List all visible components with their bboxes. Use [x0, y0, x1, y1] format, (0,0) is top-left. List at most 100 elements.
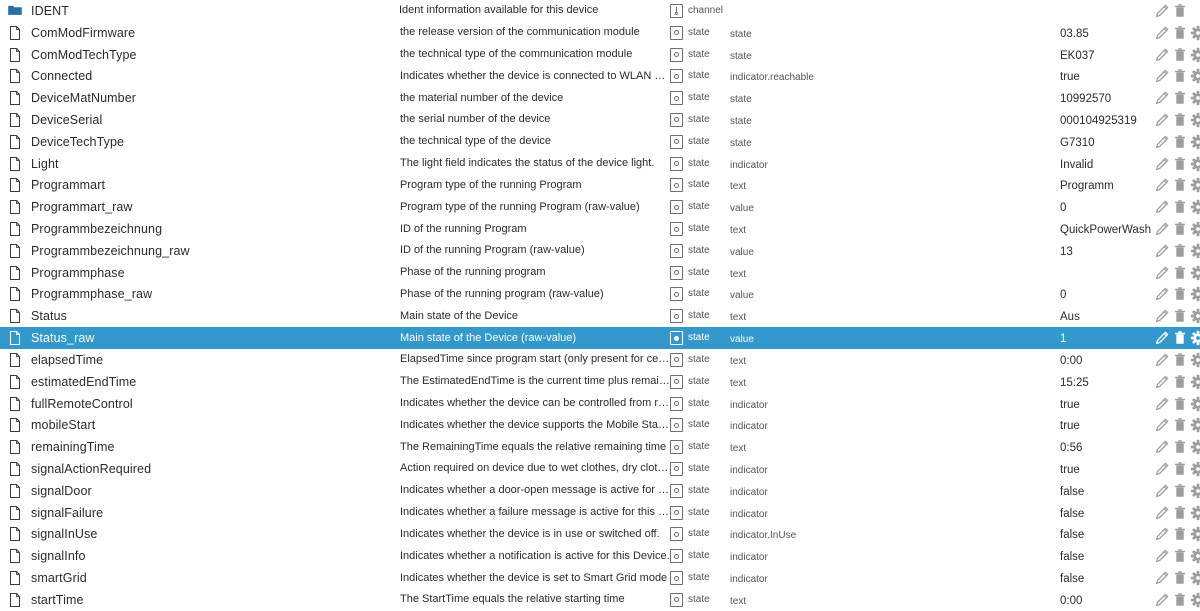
trash-icon[interactable]	[1172, 286, 1188, 302]
table-row[interactable]: fullRemoteControl Indicates whether the d…	[0, 393, 1200, 415]
trash-icon[interactable]	[1172, 3, 1188, 19]
row-name-cell[interactable]: DeviceSerial	[0, 112, 400, 128]
gear-icon[interactable]	[1190, 374, 1200, 390]
pencil-icon[interactable]	[1154, 177, 1170, 193]
pencil-icon[interactable]	[1154, 286, 1170, 302]
table-row[interactable]: DeviceTechType the technical type of the …	[0, 131, 1200, 153]
row-name-cell[interactable]: startTime	[0, 592, 400, 608]
gear-icon[interactable]	[1190, 265, 1200, 281]
trash-icon[interactable]	[1172, 221, 1188, 237]
row-name-cell[interactable]: elapsedTime	[0, 352, 400, 368]
table-row[interactable]: IDENT Ident information available for thi…	[0, 0, 1200, 22]
trash-icon[interactable]	[1172, 68, 1188, 84]
pencil-icon[interactable]	[1154, 68, 1170, 84]
pencil-icon[interactable]	[1154, 156, 1170, 172]
trash-icon[interactable]	[1172, 199, 1188, 215]
row-name-cell[interactable]: Programmphase_raw	[0, 286, 400, 302]
table-row[interactable]: signalFailure Indicates whether a failure…	[0, 502, 1200, 524]
pencil-icon[interactable]	[1154, 374, 1170, 390]
row-name-cell[interactable]: ComModTechType	[0, 47, 400, 63]
pencil-icon[interactable]	[1154, 330, 1170, 346]
table-row[interactable]: Connected Indicates whether the device is…	[0, 65, 1200, 87]
gear-icon[interactable]	[1190, 221, 1200, 237]
gear-icon[interactable]	[1190, 396, 1200, 412]
trash-icon[interactable]	[1172, 461, 1188, 477]
trash-icon[interactable]	[1172, 47, 1188, 63]
pencil-icon[interactable]	[1154, 461, 1170, 477]
gear-icon[interactable]	[1190, 90, 1200, 106]
gear-icon[interactable]	[1190, 47, 1200, 63]
pencil-icon[interactable]	[1154, 526, 1170, 542]
row-name-cell[interactable]: signalActionRequired	[0, 461, 400, 477]
row-name-cell[interactable]: Status_raw	[0, 330, 400, 346]
trash-icon[interactable]	[1172, 483, 1188, 499]
table-row[interactable]: Light The light field indicates the statu…	[0, 153, 1200, 175]
row-name-cell[interactable]: mobileStart	[0, 417, 400, 433]
row-name-cell[interactable]: DeviceMatNumber	[0, 90, 400, 106]
pencil-icon[interactable]	[1154, 308, 1170, 324]
table-row[interactable]: Status Main state of the Device state text A…	[0, 305, 1200, 327]
row-name-cell[interactable]: Status	[0, 308, 400, 324]
trash-icon[interactable]	[1172, 134, 1188, 150]
row-name-cell[interactable]: Connected	[0, 68, 400, 84]
table-row[interactable]: Status_raw Main state of the Device (raw-…	[0, 327, 1200, 349]
trash-icon[interactable]	[1172, 417, 1188, 433]
gear-icon[interactable]	[1190, 199, 1200, 215]
gear-icon[interactable]	[1190, 548, 1200, 564]
trash-icon[interactable]	[1172, 396, 1188, 412]
table-row[interactable]: Programmphase Phase of the running progra…	[0, 262, 1200, 284]
trash-icon[interactable]	[1172, 330, 1188, 346]
pencil-icon[interactable]	[1154, 505, 1170, 521]
pencil-icon[interactable]	[1154, 352, 1170, 368]
pencil-icon[interactable]	[1154, 221, 1170, 237]
row-name-cell[interactable]: Programmbezeichnung_raw	[0, 243, 400, 259]
gear-icon[interactable]	[1190, 526, 1200, 542]
trash-icon[interactable]	[1172, 570, 1188, 586]
row-name-cell[interactable]: IDENT	[0, 3, 400, 19]
trash-icon[interactable]	[1172, 25, 1188, 41]
table-row[interactable]: Programmbezeichnung ID of the running Pro…	[0, 218, 1200, 240]
gear-icon[interactable]	[1190, 243, 1200, 259]
row-name-cell[interactable]: fullRemoteControl	[0, 396, 400, 412]
gear-icon[interactable]	[1190, 134, 1200, 150]
table-row[interactable]: elapsedTime ElapsedTime since program sta…	[0, 349, 1200, 371]
trash-icon[interactable]	[1172, 156, 1188, 172]
gear-icon[interactable]	[1190, 505, 1200, 521]
trash-icon[interactable]	[1172, 265, 1188, 281]
gear-icon[interactable]	[1190, 308, 1200, 324]
row-name-cell[interactable]: ComModFirmware	[0, 25, 400, 41]
table-row[interactable]: ComModFirmware the release version of the…	[0, 22, 1200, 44]
pencil-icon[interactable]	[1154, 548, 1170, 564]
table-row[interactable]: signalInfo Indicates whether a notificati…	[0, 545, 1200, 567]
pencil-icon[interactable]	[1154, 199, 1170, 215]
pencil-icon[interactable]	[1154, 483, 1170, 499]
table-row[interactable]: Programmbezeichnung_raw ID of the running…	[0, 240, 1200, 262]
table-row[interactable]: Programmart_raw Program type of the runni…	[0, 196, 1200, 218]
gear-icon[interactable]	[1190, 112, 1200, 128]
row-name-cell[interactable]: signalInfo	[0, 548, 400, 564]
gear-icon[interactable]	[1190, 461, 1200, 477]
trash-icon[interactable]	[1172, 592, 1188, 608]
pencil-icon[interactable]	[1154, 570, 1170, 586]
pencil-icon[interactable]	[1154, 112, 1170, 128]
gear-icon[interactable]	[1190, 156, 1200, 172]
gear-icon[interactable]	[1190, 352, 1200, 368]
row-name-cell[interactable]: Light	[0, 156, 400, 172]
trash-icon[interactable]	[1172, 352, 1188, 368]
gear-icon[interactable]	[1190, 439, 1200, 455]
pencil-icon[interactable]	[1154, 90, 1170, 106]
trash-icon[interactable]	[1172, 439, 1188, 455]
row-name-cell[interactable]: signalFailure	[0, 505, 400, 521]
table-row[interactable]: remainingTime The RemainingTime equals th…	[0, 436, 1200, 458]
table-row[interactable]: ComModTechType the technical type of the …	[0, 44, 1200, 66]
table-row[interactable]: mobileStart Indicates whether the device …	[0, 414, 1200, 436]
trash-icon[interactable]	[1172, 243, 1188, 259]
table-row[interactable]: signalActionRequired Action required on d…	[0, 458, 1200, 480]
trash-icon[interactable]	[1172, 112, 1188, 128]
pencil-icon[interactable]	[1154, 592, 1170, 608]
gear-icon[interactable]	[1190, 330, 1200, 346]
table-row[interactable]: estimatedEndTime The EstimatedEndTime is …	[0, 371, 1200, 393]
table-row[interactable]: signalInUse Indicates whether the device …	[0, 524, 1200, 546]
row-name-cell[interactable]: signalInUse	[0, 526, 400, 542]
trash-icon[interactable]	[1172, 90, 1188, 106]
